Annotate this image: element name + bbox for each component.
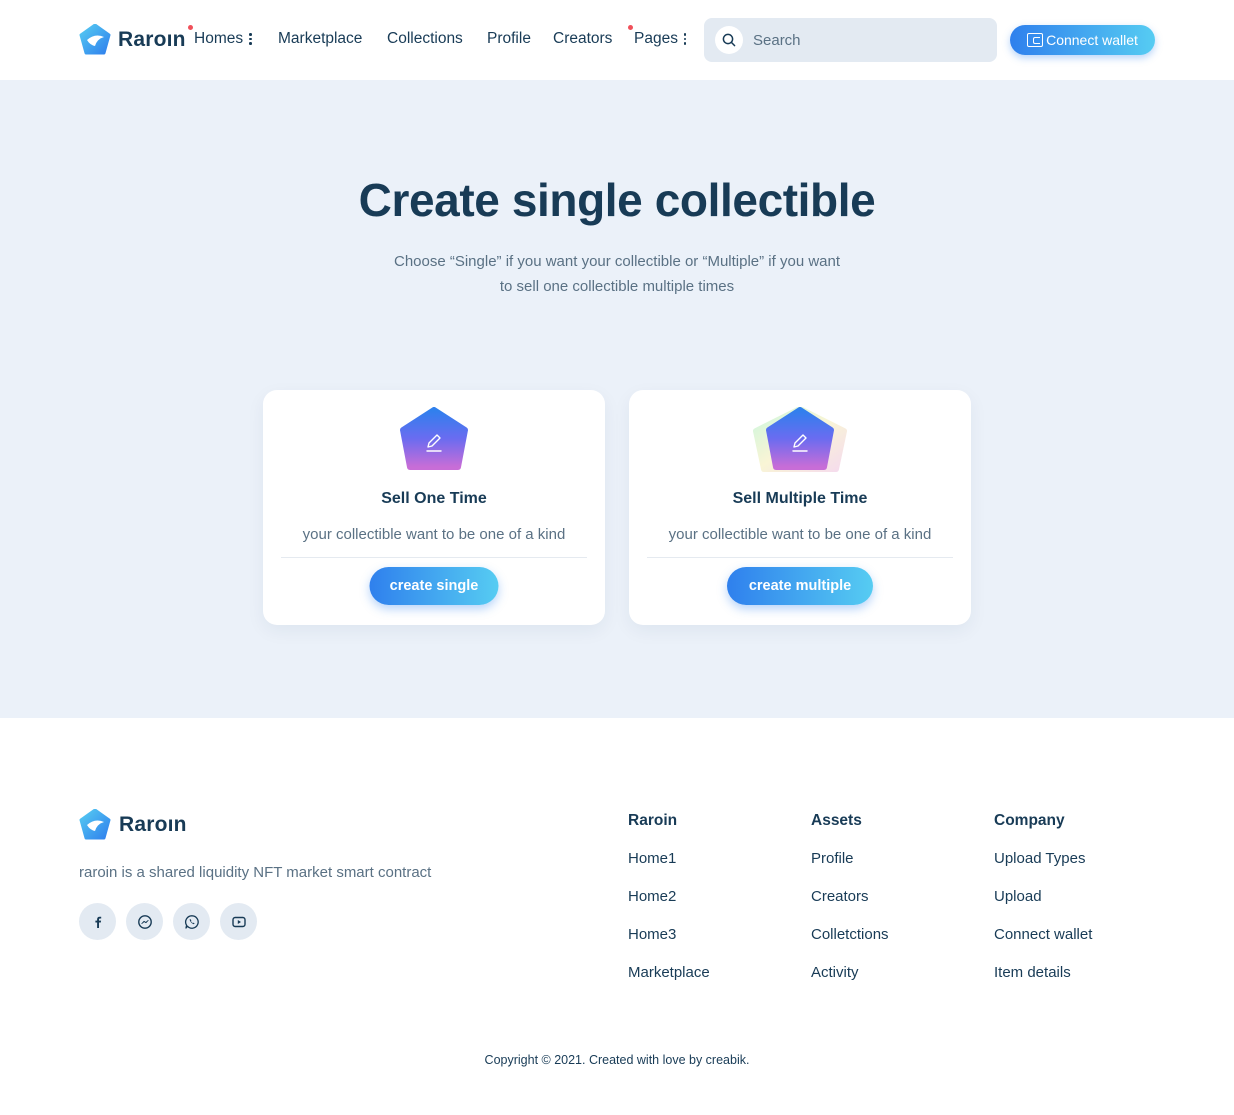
footer-link-item-details[interactable]: Item details <box>994 964 1092 984</box>
footer-link-upload-types[interactable]: Upload Types <box>994 850 1092 870</box>
footer-link-home1[interactable]: Home1 <box>628 850 710 870</box>
page-title: Create single collectible <box>358 174 876 226</box>
sell-one-time-card: Sell One Time your collectible want to b… <box>263 390 605 625</box>
edit-pen-layered-icon <box>750 406 850 473</box>
create-multiple-button[interactable]: create multiple <box>727 567 873 605</box>
footer-link-profile[interactable]: Profile <box>811 850 889 870</box>
more-vertical-icon <box>249 33 252 45</box>
footer-link-creators[interactable]: Creators <box>811 888 889 908</box>
footer-column-title: Raroin <box>628 812 678 829</box>
sell-multiple-time-card: Sell Multiple Time your collectible want… <box>629 390 971 625</box>
nav-item-collections[interactable]: Collections <box>387 30 463 48</box>
social-links <box>79 903 257 940</box>
messenger-icon[interactable] <box>126 903 163 940</box>
card-description: your collectible want to be one of a kin… <box>668 526 932 543</box>
nav-label: Homes <box>194 30 244 47</box>
footer-column-assets: Assets Profile Creators Colletctions Act… <box>811 812 889 984</box>
nav-item-pages[interactable]: Pages <box>628 25 687 48</box>
divider <box>647 557 953 558</box>
copyright-text: Copyright © 2021. Created with love by c… <box>484 1053 750 1067</box>
wallet-icon <box>1027 33 1044 47</box>
notification-dot <box>628 25 633 30</box>
footer-description: raroin is a shared liquidity NFT market … <box>79 864 432 881</box>
footer-column-title: Company <box>994 812 1065 829</box>
card-title: Sell Multiple Time <box>732 490 868 507</box>
edit-pen-icon <box>384 407 484 473</box>
nav-label: Profile <box>487 30 531 47</box>
footer-column-company: Company Upload Types Upload Connect wall… <box>994 812 1092 984</box>
nav-label: Marketplace <box>278 30 363 47</box>
footer-link-marketplace[interactable]: Marketplace <box>628 964 710 984</box>
search-input[interactable] <box>753 31 973 49</box>
notification-dot <box>188 25 193 30</box>
brand-logo[interactable]: Raroın <box>79 23 186 56</box>
nav-item-profile[interactable]: Profile <box>487 30 531 48</box>
page-subtitle: Choose “Single” if you want your collect… <box>393 253 841 295</box>
whatsapp-icon[interactable] <box>173 903 210 940</box>
nav-label: Creators <box>553 30 613 47</box>
more-vertical-icon <box>683 33 687 45</box>
nav-item-homes[interactable]: Homes <box>188 25 252 48</box>
nav-label: Collections <box>387 30 463 47</box>
divider <box>281 557 587 558</box>
nav-item-creators[interactable]: Creators <box>553 30 612 48</box>
footer-link-home3[interactable]: Home3 <box>628 926 710 946</box>
create-section: Create single collectible Choose “Single… <box>0 80 1234 718</box>
raroin-logo-icon <box>79 808 111 841</box>
site-header: Raroın Homes Marketplace Collections Pro… <box>0 0 1234 80</box>
footer-link-activity[interactable]: Activity <box>811 964 889 984</box>
raroin-logo-icon <box>79 23 111 56</box>
connect-wallet-label: Connect wallet <box>1046 32 1138 48</box>
footer-link-collections[interactable]: Colletctions <box>811 926 889 946</box>
search-icon[interactable] <box>715 26 743 54</box>
nav-label: Pages <box>634 30 678 47</box>
footer-brand-name: Raroın <box>119 813 187 836</box>
footer-link-connect-wallet[interactable]: Connect wallet <box>994 926 1092 946</box>
footer-link-home2[interactable]: Home2 <box>628 888 710 908</box>
site-footer: Raroın raroin is a shared liquidity NFT … <box>0 718 1234 1115</box>
footer-brand-logo[interactable]: Raroın <box>79 808 187 841</box>
footer-column-raroin: Raroin Home1 Home2 Home3 Marketplace <box>628 812 710 984</box>
footer-link-upload[interactable]: Upload <box>994 888 1092 908</box>
nav-item-marketplace[interactable]: Marketplace <box>278 30 362 48</box>
card-description: your collectible want to be one of a kin… <box>302 526 566 543</box>
youtube-icon[interactable] <box>220 903 257 940</box>
brand-name: Raroın <box>118 28 186 51</box>
create-single-button[interactable]: create single <box>369 567 499 605</box>
search-bar <box>704 18 997 62</box>
footer-column-title: Assets <box>811 812 862 829</box>
connect-wallet-button[interactable]: Connect wallet <box>1010 25 1155 55</box>
card-title: Sell One Time <box>381 490 487 507</box>
facebook-icon[interactable] <box>79 903 116 940</box>
